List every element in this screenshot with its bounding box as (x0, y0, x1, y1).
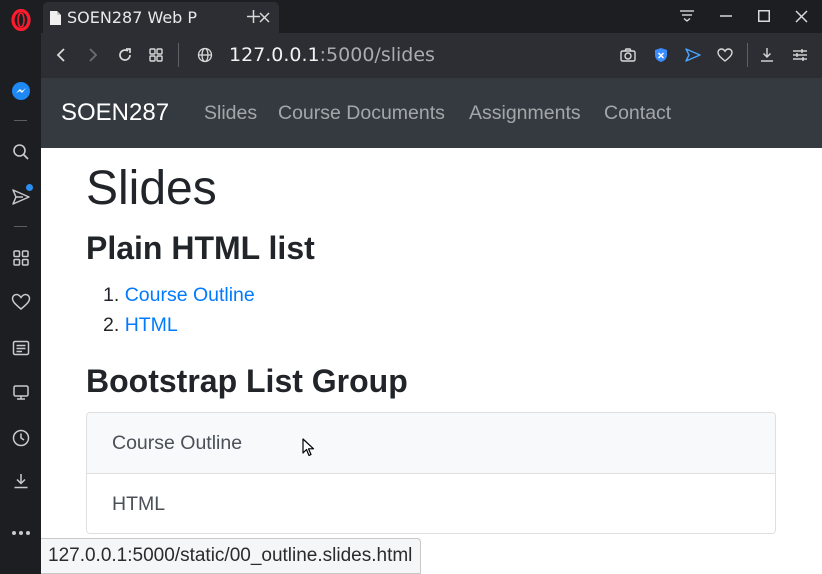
notification-dot (26, 184, 33, 191)
toolbar-divider (178, 43, 179, 67)
nav-link-assignments[interactable]: Assignments (469, 102, 581, 125)
url-field[interactable]: 127.0.0.1:5000/slides (229, 43, 435, 67)
speed-dial-icon[interactable] (0, 240, 41, 276)
minimize-icon[interactable] (712, 4, 740, 28)
more-icon[interactable] (0, 515, 41, 551)
news-icon[interactable] (0, 330, 41, 366)
list-group-item-course-outline[interactable]: Course Outline (87, 413, 775, 474)
nav-link-slides[interactable]: Slides (204, 102, 257, 125)
send-icon[interactable] (0, 179, 41, 215)
url-path: :5000/slides (319, 44, 435, 66)
globe-icon[interactable] (193, 43, 217, 67)
adblock-shield-icon[interactable] (649, 43, 673, 67)
sidebar-divider (14, 226, 27, 227)
course-outline-link[interactable]: Course Outline (125, 284, 255, 306)
search-icon[interactable] (0, 134, 41, 170)
opera-sidebar (0, 0, 41, 574)
back-icon[interactable] (49, 43, 73, 67)
page-content: SOEN287 Slides Course Documents Assignme… (41, 78, 822, 574)
mouse-cursor-icon (302, 438, 316, 458)
browser-window: SOEN287 Web P 127.0.0.1:5000/slides SOEN… (0, 0, 822, 574)
maximize-icon[interactable] (750, 4, 778, 28)
reload-icon[interactable] (113, 43, 137, 67)
list-number: 2. (103, 314, 120, 336)
tab-menu-icon[interactable] (673, 4, 701, 28)
camera-icon[interactable] (616, 43, 640, 67)
bootstrap-list-group: Course Outline HTML (86, 412, 776, 534)
address-bar: 127.0.0.1:5000/slides (41, 33, 822, 78)
downloads-icon[interactable] (0, 463, 41, 499)
title-bar: SOEN287 Web P (41, 0, 822, 33)
forward-icon[interactable] (81, 43, 105, 67)
list-number: 1. (103, 284, 120, 306)
sidebar-divider (14, 120, 27, 121)
downloads-icon[interactable] (755, 43, 779, 67)
opera-logo-icon[interactable] (0, 2, 41, 38)
site-navbar: SOEN287 Slides Course Documents Assignme… (41, 78, 822, 148)
status-url-tooltip: 127.0.0.1:5000/static/00_outline.slides.… (41, 538, 422, 574)
heart-icon[interactable] (0, 284, 41, 320)
send-icon[interactable] (681, 43, 705, 67)
section-heading-list-group: Bootstrap List Group (86, 363, 408, 399)
page-title: Slides (86, 162, 217, 215)
close-window-icon[interactable] (787, 4, 815, 28)
heart-icon[interactable] (713, 43, 737, 67)
section-heading-plain-list: Plain HTML list (86, 230, 315, 266)
html-link[interactable]: HTML (125, 314, 178, 336)
page-icon (49, 10, 62, 26)
new-tab-icon[interactable] (242, 5, 264, 27)
toolbar-divider (747, 43, 748, 67)
list-item: 2. HTML (103, 313, 178, 337)
site-brand[interactable]: SOEN287 (61, 99, 169, 127)
nav-link-course-documents[interactable]: Course Documents (278, 102, 445, 125)
player-icon[interactable] (0, 374, 41, 410)
messenger-icon[interactable] (0, 73, 41, 109)
history-icon[interactable] (0, 420, 41, 456)
tab-title: SOEN287 Web P (67, 8, 198, 27)
url-host: 127.0.0.1 (229, 44, 320, 66)
speed-dial-icon[interactable] (144, 43, 168, 67)
nav-link-contact[interactable]: Contact (604, 102, 671, 125)
easy-setup-icon[interactable] (788, 43, 812, 67)
list-group-item-html[interactable]: HTML (87, 474, 775, 533)
list-item: 1. Course Outline (103, 283, 255, 307)
